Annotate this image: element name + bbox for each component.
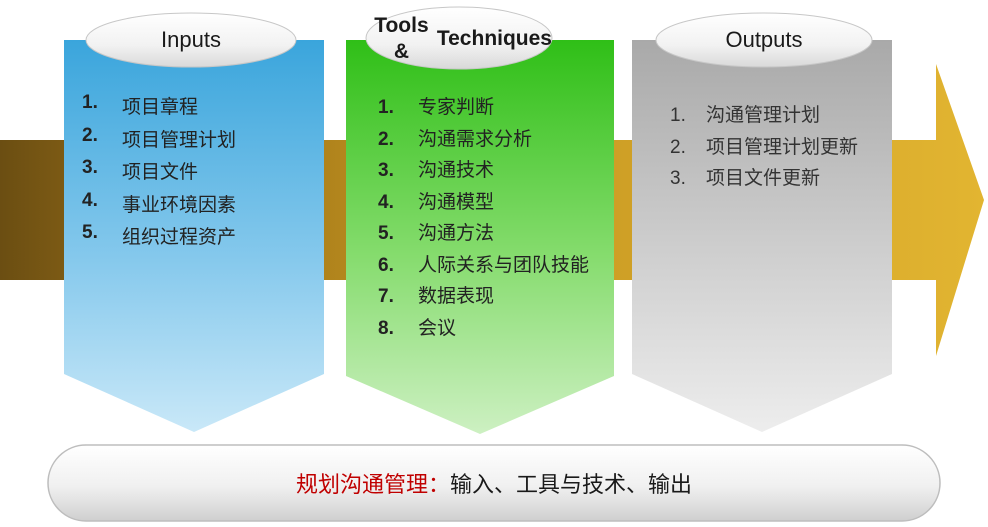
list-item: 7. 数据表现 — [378, 281, 610, 313]
list-item: 5. 组织过程资产 — [82, 222, 314, 255]
list-item: 1. 沟通管理计划 — [670, 100, 880, 132]
item-number: 2. — [378, 128, 394, 150]
item-number: 4. — [82, 189, 98, 211]
tools-list: 1. 专家判断 2. 沟通需求分析 3. 沟通技术 4. 沟通模型 5. 沟通方法 6. 人… — [378, 92, 610, 344]
outputs-title: Outputs — [725, 27, 803, 52]
list-item: 3. 沟通技术 — [378, 155, 610, 187]
list-item: 2. 项目管理计划更新 — [670, 132, 880, 164]
item-number: 5. — [82, 222, 98, 243]
tools-title-line: Tools & — [374, 13, 429, 63]
item-number: 3. — [378, 160, 394, 181]
item-number: 5. — [378, 223, 394, 244]
item-number: 2. — [670, 136, 686, 158]
list-item: 3. 项目文件更新 — [670, 163, 880, 195]
item-text: 沟通方法 — [418, 222, 495, 244]
item-number: 1. — [82, 92, 98, 113]
list-item: 5. 沟通方法 — [378, 218, 610, 250]
item-number: 7. — [378, 286, 394, 307]
outputs-chevron — [632, 40, 892, 432]
list-item: 3. 项目文件 — [82, 157, 314, 190]
item-text: 项目文件更新 — [706, 167, 821, 189]
list-item: 1. 项目章程 — [82, 92, 314, 125]
item-text: 事业环境因素 — [122, 193, 237, 216]
item-text: 会议 — [418, 316, 457, 339]
item-text: 项目文件 — [122, 161, 199, 183]
item-number: 1. — [670, 105, 686, 126]
banner-highlight: 规划沟通管理： — [295, 473, 450, 498]
item-text: 人际关系与团队技能 — [418, 253, 590, 276]
process-diagram: Inputs Tools & Techniques Outputs 1. 项目章程… — [0, 0, 988, 527]
item-text: 沟通技术 — [418, 159, 495, 181]
item-number: 4. — [378, 191, 394, 213]
list-item: 1. 专家判断 — [378, 92, 610, 124]
list-item: 8. 会议 — [378, 313, 610, 345]
item-text: 项目章程 — [122, 96, 199, 118]
inputs-title: Inputs — [161, 27, 221, 52]
tools-title: Tools & Techniques — [366, 8, 552, 70]
banner-text: 输入、工具与技术、输出 — [450, 473, 693, 498]
item-text: 项目管理计划更新 — [706, 135, 859, 158]
item-text: 数据表现 — [418, 285, 495, 307]
outputs-list: 1. 沟通管理计划 2. 项目管理计划更新 3. 项目文件更新 — [670, 100, 880, 195]
item-text: 沟通需求分析 — [418, 127, 533, 150]
item-number: 2. — [82, 124, 98, 146]
item-text: 专家判断 — [418, 96, 495, 118]
item-text: 沟通管理计划 — [706, 104, 821, 126]
item-number: 8. — [378, 317, 394, 339]
summary-banner: 规划沟通管理： 输入、工具与技术、输出 — [48, 445, 940, 521]
inputs-list: 1. 项目章程 2. 项目管理计划 3. 项目文件 4. 事业环境因素 5. 组织过程资产 — [82, 92, 314, 255]
tools-title-line: Techniques — [436, 26, 552, 50]
item-number: 3. — [82, 157, 98, 178]
list-item: 2. 沟通需求分析 — [378, 124, 610, 156]
item-text: 沟通模型 — [418, 190, 495, 213]
list-item: 4. 事业环境因素 — [82, 190, 314, 223]
item-number: 1. — [378, 97, 394, 118]
list-item: 6. 人际关系与团队技能 — [378, 250, 610, 282]
item-text: 组织过程资产 — [122, 226, 237, 248]
item-number: 6. — [378, 254, 394, 276]
item-text: 项目管理计划 — [122, 128, 237, 151]
list-item: 4. 沟通模型 — [378, 187, 610, 219]
item-number: 3. — [670, 168, 686, 189]
list-item: 2. 项目管理计划 — [82, 125, 314, 158]
